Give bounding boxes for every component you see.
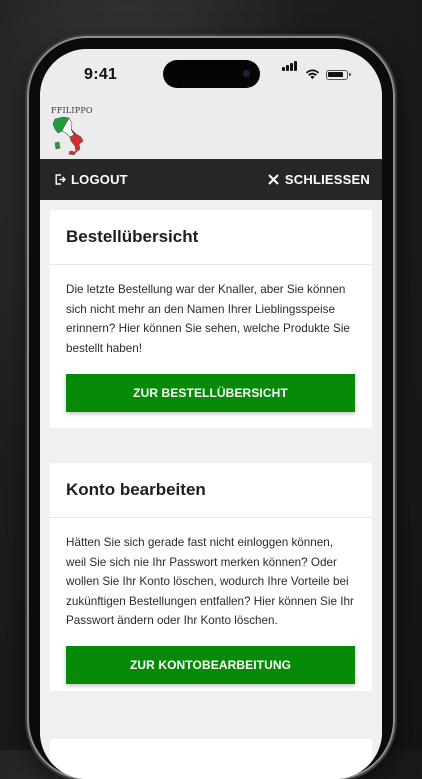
phone-screen: 9:41 FFILIPPO LOGOUT SCHLIESSEN Bestellü… <box>40 49 382 779</box>
close-icon <box>268 174 279 185</box>
order-overview-button[interactable]: ZUR BESTELLÜBERSICHT <box>66 374 355 412</box>
logout-button[interactable]: LOGOUT <box>55 172 128 187</box>
logout-label: LOGOUT <box>71 172 128 187</box>
logout-icon <box>55 174 66 185</box>
dynamic-island <box>163 60 260 88</box>
card-text: Die letzte Bestellung war der Knaller, a… <box>66 283 350 355</box>
status-time: 9:41 <box>84 66 118 83</box>
edit-account-card: Konto bearbeiten Hätten Sie sich gerade … <box>50 463 372 691</box>
italy-flag-map-logo <box>52 116 84 155</box>
battery-icon <box>326 70 351 80</box>
phone-power-button <box>393 262 397 342</box>
edit-account-button[interactable]: ZUR KONTOBEARBEITUNG <box>66 646 355 684</box>
top-navbar: LOGOUT SCHLIESSEN <box>40 159 382 200</box>
wifi-icon <box>305 69 320 80</box>
card-title: Konto bearbeiten <box>66 480 206 499</box>
main-content: Bestellübersicht Die letzte Bestellung w… <box>40 200 382 779</box>
close-button[interactable]: SCHLIESSEN <box>268 172 370 187</box>
close-label: SCHLIESSEN <box>284 172 370 187</box>
card-title: Bestellübersicht <box>66 227 199 246</box>
card-text: Hätten Sie sich gerade fast nicht einlog… <box>66 536 354 627</box>
order-overview-card: Bestellübersicht Die letzte Bestellung w… <box>50 210 372 428</box>
status-bar: 9:41 <box>40 49 382 99</box>
card-header: Konto bearbeiten <box>50 463 372 518</box>
phone-frame: 9:41 FFILIPPO LOGOUT SCHLIESSEN Bestellü… <box>29 38 393 779</box>
card-body: Die letzte Bestellung war der Knaller, a… <box>50 265 372 358</box>
brand-name: FFILIPPO <box>51 106 93 115</box>
card-body: Hätten Sie sich gerade fast nicht einlog… <box>50 518 372 631</box>
camera-dot <box>243 70 250 77</box>
next-card-partial <box>50 739 372 779</box>
card-header: Bestellübersicht <box>50 210 372 265</box>
header-logo-area: FFILIPPO <box>40 99 382 159</box>
